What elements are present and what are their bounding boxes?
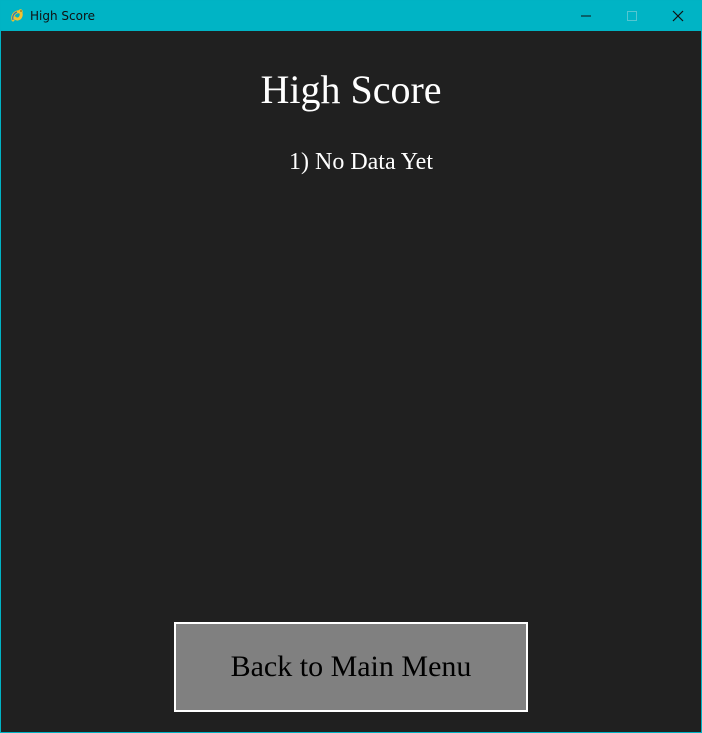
pygame-snake-icon bbox=[11, 9, 23, 22]
back-to-main-menu-button[interactable]: Back to Main Menu bbox=[174, 622, 528, 712]
maximize-button[interactable] bbox=[609, 1, 655, 31]
minimize-button[interactable] bbox=[563, 1, 609, 31]
page-title: High Score bbox=[260, 67, 442, 112]
score-entry: 1) No Data Yet bbox=[289, 149, 433, 175]
minimize-icon bbox=[581, 15, 591, 17]
title-bar[interactable]: High Score bbox=[1, 1, 701, 31]
maximize-icon bbox=[627, 11, 637, 21]
close-button[interactable] bbox=[655, 1, 701, 31]
app-window: High Score High Score 1) No Data Yet Bac… bbox=[0, 0, 702, 733]
window-title: High Score bbox=[30, 9, 96, 23]
close-icon bbox=[672, 10, 684, 22]
high-score-screen: High Score 1) No Data Yet Back to Main M… bbox=[1, 31, 701, 732]
